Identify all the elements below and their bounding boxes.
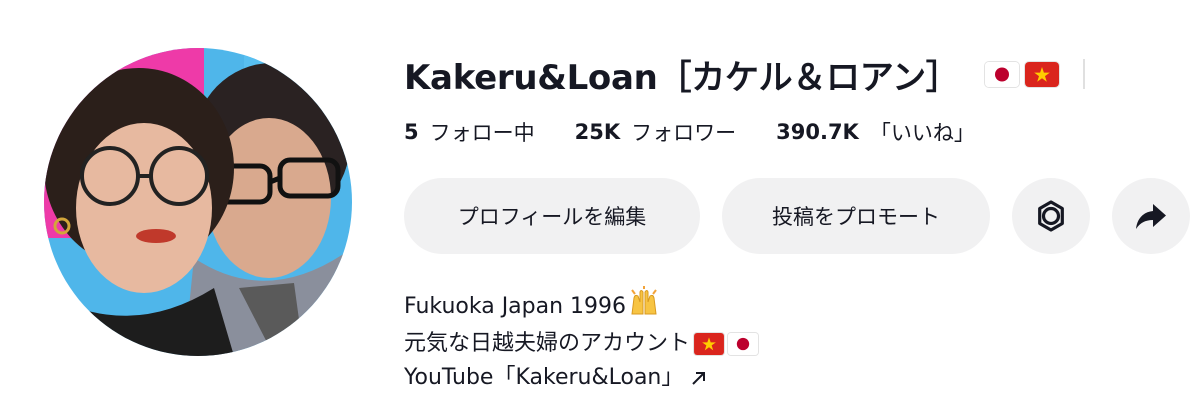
settings-button[interactable] [1012, 178, 1090, 254]
bio-link[interactable]: YouTube「Kakeru&Loan」 [404, 361, 758, 395]
bio-text: Fukuoka Japan 1996 [404, 293, 627, 319]
action-buttons: プロフィールを編集 投稿をプロモート [404, 178, 1190, 254]
stat-followers[interactable]: 25K フォロワー [575, 117, 737, 147]
bio-line: 元気な日越夫婦のアカウント [404, 327, 758, 361]
edit-profile-button[interactable]: プロフィールを編集 [404, 178, 700, 254]
stat-label: フォロー中 [429, 121, 535, 145]
raising-hands-icon [628, 286, 660, 327]
stat-count: 390.7K [776, 120, 859, 144]
gear-icon [1034, 199, 1068, 233]
divider [1083, 59, 1086, 89]
name-flags [985, 61, 1060, 87]
external-arrow-icon [691, 370, 707, 386]
stat-label: フォロワー [631, 121, 737, 145]
display-name: Kakeru&Loan［カケル＆ロアン］ [404, 57, 960, 98]
vietnam-flag-icon [1025, 61, 1060, 87]
profile-avatar[interactable] [44, 48, 352, 356]
stat-label: 「いいね」 [869, 121, 975, 145]
share-arrow-icon [1134, 199, 1168, 233]
japan-flag-icon [728, 333, 758, 355]
bio-line: Fukuoka Japan 1996 [404, 286, 758, 327]
vietnam-flag-icon [694, 333, 724, 355]
name-row: Kakeru&Loan［カケル＆ロアン］ [404, 48, 1086, 100]
stat-count: 25K [574, 120, 621, 144]
stat-count: 5 [404, 120, 419, 144]
bio: Fukuoka Japan 1996 元気な日越夫婦のアカウント YouTube… [404, 286, 758, 395]
bio-text: 元気な日越夫婦のアカウント [404, 331, 691, 356]
stats-row: 5 フォロー中 25K フォロワー 390.7K 「いいね」 [404, 114, 1015, 150]
japan-flag-icon [985, 61, 1020, 87]
promote-post-button[interactable]: 投稿をプロモート [722, 178, 990, 254]
profile-info: Kakeru&Loan［カケル＆ロアン］ 5 フォロー中 25K フォロワー 3… [404, 0, 1200, 410]
bio-link-text: YouTube「Kakeru&Loan」 [404, 365, 684, 390]
share-button[interactable] [1112, 178, 1190, 254]
stat-following[interactable]: 5 フォロー中 [404, 117, 535, 147]
stat-likes[interactable]: 390.7K 「いいね」 [776, 117, 975, 147]
